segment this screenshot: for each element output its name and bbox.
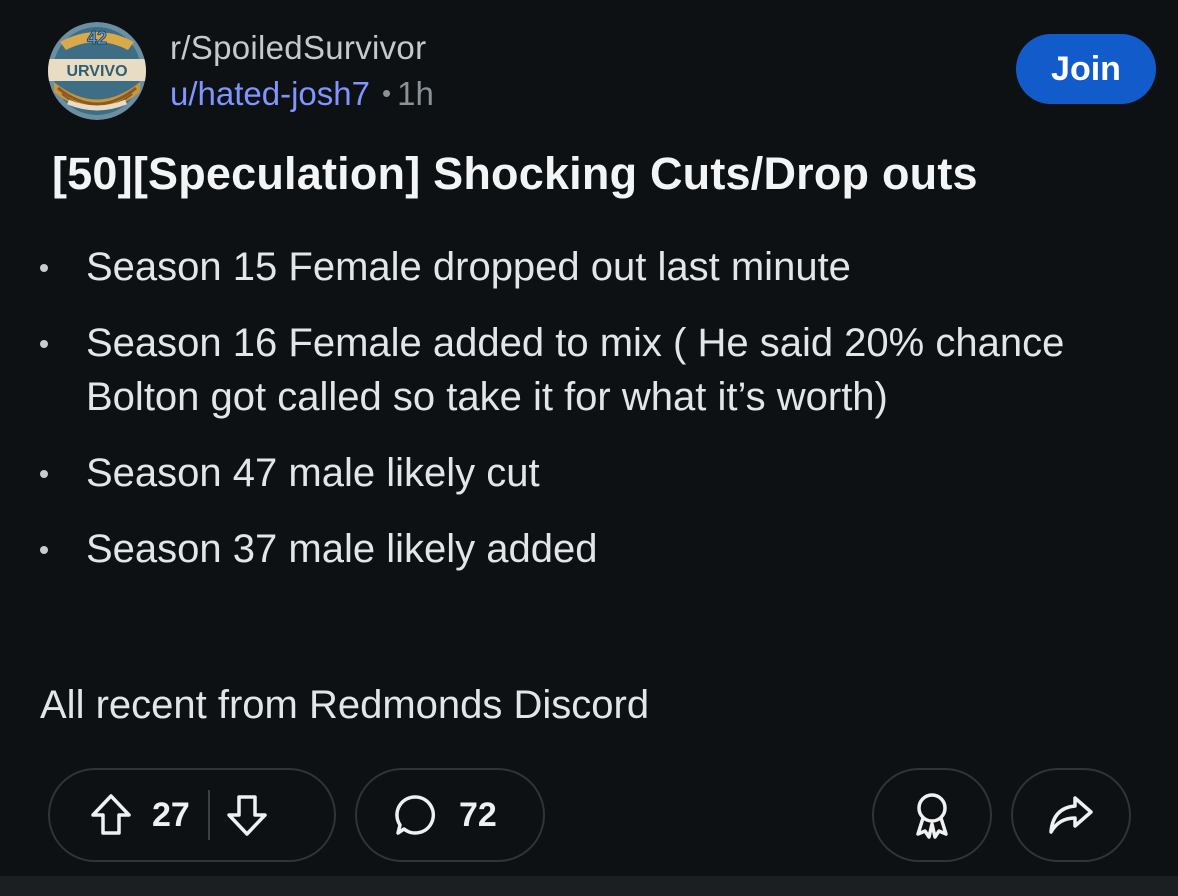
join-button[interactable]: Join: [1016, 34, 1156, 104]
post-header: URVIVO 42 r/SpoiledSurvivor u/hated-josh…: [48, 22, 1156, 122]
bullet-icon: [40, 546, 48, 554]
list-item: Season 37 male likely added: [40, 522, 1080, 576]
author-username[interactable]: u/hated-josh7: [170, 75, 370, 112]
upvote-arrow-icon[interactable]: [88, 792, 134, 838]
post-time: 1h: [397, 75, 434, 112]
list-item-text: Season 37 male likely added: [86, 527, 598, 571]
post-body-text: All recent from Redmonds Discord: [40, 683, 650, 727]
svg-text:42: 42: [87, 28, 107, 48]
svg-text:URVIVO: URVIVO: [66, 63, 127, 80]
list-item-text: Season 16 Female added to mix ( He said …: [86, 321, 1065, 419]
list-item-text: Season 15 Female dropped out last minute: [86, 245, 851, 289]
post-title[interactable]: [50][Speculation] Shocking Cuts/Drop out…: [52, 146, 1142, 202]
comment-bubble-icon: [393, 792, 439, 838]
list-item: Season 16 Female added to mix ( He said …: [40, 316, 1080, 424]
vote-count: 27: [152, 795, 190, 834]
subreddit-avatar[interactable]: URVIVO 42: [48, 22, 146, 120]
post-meta: r/SpoiledSurvivor u/hated-josh7 • 1h: [170, 28, 434, 114]
vote-bar: 27: [48, 768, 336, 862]
share-icon: [1047, 794, 1095, 836]
comment-count: 72: [459, 795, 497, 834]
award-icon: [909, 790, 955, 840]
downvote-arrow-icon[interactable]: [224, 792, 270, 838]
share-button[interactable]: [1011, 768, 1131, 862]
comments-button[interactable]: 72: [355, 768, 545, 862]
bullet-icon: [40, 340, 48, 348]
award-button[interactable]: [872, 768, 992, 862]
bullet-icon: [40, 264, 48, 272]
post-body-list: Season 15 Female dropped out last minute…: [40, 240, 1080, 598]
survivor-logo-icon: URVIVO 42: [48, 22, 146, 120]
author-line: u/hated-josh7 • 1h: [170, 73, 434, 114]
list-item-text: Season 47 male likely cut: [86, 451, 540, 495]
list-item: Season 47 male likely cut: [40, 446, 1080, 500]
subreddit-name[interactable]: r/SpoiledSurvivor: [170, 28, 434, 68]
bottom-edge-bar: [0, 876, 1178, 896]
list-item: Season 15 Female dropped out last minute: [40, 240, 1080, 294]
bullet-icon: [40, 470, 48, 478]
separator-dot: •: [381, 78, 392, 108]
vote-divider: [207, 790, 210, 840]
